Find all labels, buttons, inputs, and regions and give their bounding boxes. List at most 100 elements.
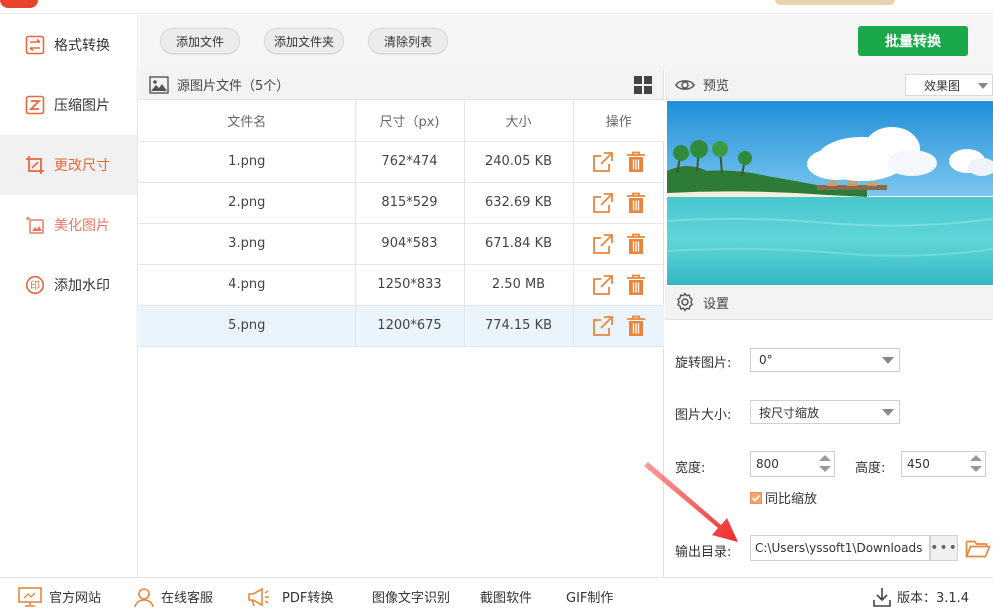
sidebar-item-watermark[interactable]: 印 添加水印 — [0, 255, 137, 315]
add-folder-button[interactable]: 添加文件夹 — [264, 28, 344, 54]
rotate-value: 0° — [759, 353, 773, 367]
file-dimensions-cell: 815*529 — [355, 182, 465, 224]
rotate-select[interactable]: 0° — [750, 348, 900, 372]
official-website-link[interactable]: 官方网站 — [17, 578, 101, 614]
height-value: 450 — [907, 457, 930, 471]
height-label: 高度: — [855, 461, 886, 476]
trash-icon[interactable] — [626, 274, 646, 296]
output-dir-input[interactable]: C:\Users\yssoft1\Downloads — [750, 535, 930, 561]
ocr-link[interactable]: 图像文字识别 — [372, 578, 450, 614]
sidebar: 格式转换 压缩图片 更改尺寸 美化图片 印 添加水印 — [0, 15, 138, 577]
file-dimensions-cell: 762*474 — [355, 141, 465, 183]
table-row[interactable]: 2.png 815*529 632.69 KB — [139, 182, 664, 224]
table-row[interactable]: 1.png 762*474 240.05 KB — [139, 141, 664, 183]
trash-icon[interactable] — [626, 151, 646, 173]
open-external-icon[interactable] — [592, 233, 614, 255]
column-header-size: 大小 — [464, 100, 574, 142]
trash-icon[interactable] — [626, 233, 646, 255]
settings-header: 设置 — [665, 285, 993, 320]
column-header-dimensions: 尺寸（px) — [355, 100, 465, 142]
sidebar-item-compress[interactable]: 压缩图片 — [0, 75, 137, 135]
grid-view-icon[interactable] — [633, 75, 653, 99]
open-external-icon[interactable] — [592, 151, 614, 173]
status-bar: 官方网站 在线客服 PDF转换 图像文字识别 截图软件 GIF制作 版本：3.1… — [0, 577, 993, 614]
decrement-icon[interactable] — [970, 466, 982, 472]
settings-title: 设置 — [703, 296, 730, 312]
height-stepper[interactable]: 450 — [901, 451, 986, 477]
file-size-cell: 240.05 KB — [464, 141, 574, 183]
trash-icon[interactable] — [626, 315, 646, 337]
file-actions-cell — [573, 264, 664, 306]
version-info[interactable]: 版本：3.1.4 — [873, 578, 969, 614]
table-row[interactable]: 4.png 1250*833 2.50 MB — [139, 264, 664, 306]
file-size-cell: 632.69 KB — [464, 182, 574, 224]
sidebar-item-resize[interactable]: 更改尺寸 — [0, 135, 137, 195]
eye-icon — [675, 77, 695, 93]
width-value: 800 — [756, 457, 779, 471]
keep-ratio-label: 同比缩放 — [765, 492, 818, 507]
table-row[interactable]: 3.png 904*583 671.84 KB — [139, 223, 664, 265]
file-actions-cell — [573, 141, 664, 183]
preview-title: 预览 — [703, 79, 730, 94]
increment-icon[interactable] — [819, 455, 831, 461]
open-external-icon[interactable] — [592, 192, 614, 214]
gif-maker-link[interactable]: GIF制作 — [566, 578, 613, 614]
open-external-icon[interactable] — [592, 315, 614, 337]
screenshot-software-link[interactable]: 截图软件 — [480, 578, 532, 614]
preview-image — [667, 101, 993, 285]
file-name-cell: 4.png — [139, 264, 356, 306]
keep-ratio-checkbox[interactable]: 同比缩放 — [750, 488, 817, 507]
width-label: 宽度: — [675, 461, 706, 476]
gif-label: GIF制作 — [566, 591, 614, 606]
file-list-title: 源图片文件（5个） — [177, 79, 290, 94]
add-file-button[interactable]: 添加文件 — [160, 28, 240, 54]
preview-mode-value: 效果图 — [924, 78, 961, 93]
vip-banner[interactable] — [775, 0, 895, 5]
svg-text:印: 印 — [30, 280, 40, 292]
file-actions-cell — [573, 305, 664, 347]
clear-list-button[interactable]: 清除列表 — [368, 28, 448, 54]
title-bar — [0, 0, 993, 14]
file-dimensions-cell: 904*583 — [355, 223, 465, 265]
pdf-label: PDF转换 — [282, 591, 334, 606]
format-convert-icon — [24, 34, 46, 56]
image-size-select[interactable]: 按尺寸缩放 — [750, 400, 900, 424]
folder-open-icon[interactable] — [965, 537, 991, 559]
image-size-label: 图片大小: — [675, 408, 732, 423]
sidebar-item-label: 更改尺寸 — [54, 158, 110, 174]
image-size-value: 按尺寸缩放 — [759, 405, 820, 420]
sidebar-item-format-convert[interactable]: 格式转换 — [0, 15, 137, 75]
sidebar-item-label: 美化图片 — [54, 218, 110, 234]
online-support-link[interactable]: 在线客服 — [133, 578, 213, 614]
increment-icon[interactable] — [970, 455, 982, 461]
output-dir-label: 输出目录: — [675, 545, 732, 560]
column-header-filename: 文件名 — [139, 100, 356, 142]
monitor-icon — [17, 586, 43, 608]
open-external-icon[interactable] — [592, 274, 614, 296]
browse-button[interactable]: ••• — [930, 535, 958, 561]
preview-mode-select[interactable]: 效果图 — [905, 74, 993, 96]
checkbox-checked-icon — [750, 491, 762, 504]
trash-icon[interactable] — [626, 192, 646, 214]
watermark-icon: 印 — [24, 274, 46, 296]
toolbar: 添加文件 添加文件夹 清除列表 批量转换 — [139, 15, 993, 70]
width-stepper[interactable]: 800 — [750, 451, 835, 477]
megaphone-icon — [246, 586, 270, 608]
stepper-arrows — [819, 454, 831, 474]
decrement-icon[interactable] — [819, 466, 831, 472]
app-logo — [0, 0, 38, 8]
file-name-cell: 5.png — [139, 305, 356, 347]
file-size-cell: 2.50 MB — [464, 264, 574, 306]
download-icon — [873, 587, 891, 607]
sidebar-item-beautify[interactable]: 美化图片 — [0, 195, 137, 255]
website-label: 官方网站 — [49, 591, 102, 606]
file-name-cell: 2.png — [139, 182, 356, 224]
version-label: 版本：3.1.4 — [897, 591, 970, 606]
file-actions-cell — [573, 182, 664, 224]
file-dimensions-cell: 1250*833 — [355, 264, 465, 306]
file-table: 文件名 尺寸（px) 大小 操作 1.png 762*474 240.05 KB 2.… — [139, 100, 664, 347]
pdf-convert-link[interactable]: PDF转换 — [246, 578, 333, 614]
file-dimensions-cell: 1200*675 — [355, 305, 465, 347]
table-row[interactable]: 5.png 1200*675 774.15 KB — [139, 305, 664, 347]
batch-convert-button[interactable]: 批量转换 — [858, 26, 968, 56]
